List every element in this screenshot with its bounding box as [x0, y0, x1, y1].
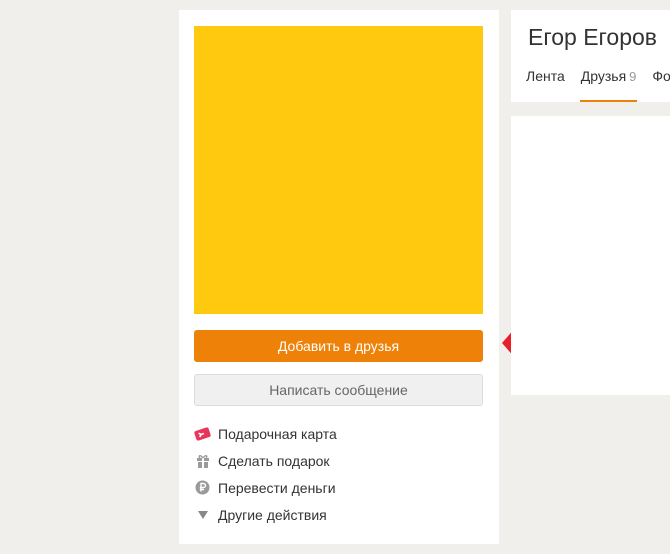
tab-friends[interactable]: Друзья 9 — [579, 68, 638, 102]
tab-feed[interactable]: Лента — [526, 68, 565, 102]
tab-count: 9 — [629, 69, 637, 84]
action-more[interactable]: Другие действия — [194, 501, 337, 528]
profile-tabs: Лента Друзья 9 Фо — [526, 68, 670, 102]
profile-actions-list: Подарочная карта Сделать подарок Перевес… — [194, 420, 337, 528]
tab-label: Лента — [526, 68, 565, 84]
action-label: Перевести деньги — [218, 479, 336, 496]
ruble-icon — [194, 479, 211, 496]
send-message-button-label: Написать сообщение — [269, 382, 408, 398]
send-message-button[interactable]: Написать сообщение — [194, 374, 483, 406]
tab-photos[interactable]: Фо — [652, 68, 670, 102]
add-friend-button-label: Добавить в друзья — [277, 338, 400, 354]
tab-label: Фо — [652, 68, 670, 84]
action-label: Другие действия — [218, 506, 327, 523]
profile-sidebar: Добавить в друзья Написать сообщение Под… — [179, 10, 499, 544]
profile-name: Егор Егоров — [528, 24, 658, 50]
gift-card-icon — [194, 425, 211, 442]
gift-icon — [194, 452, 211, 469]
action-send-money[interactable]: Перевести деньги — [194, 474, 337, 501]
add-friend-button[interactable]: Добавить в друзья — [194, 330, 483, 362]
action-gift-card[interactable]: Подарочная карта — [194, 420, 337, 447]
action-label: Подарочная карта — [218, 425, 337, 442]
avatar[interactable] — [194, 26, 483, 314]
action-make-gift[interactable]: Сделать подарок — [194, 447, 337, 474]
profile-header: Егор Егоров Лента Друзья 9 Фо — [511, 10, 670, 102]
triangle-down-icon — [194, 506, 211, 523]
content-panel — [511, 116, 670, 395]
tab-label: Друзья — [580, 68, 627, 84]
action-label: Сделать подарок — [218, 452, 330, 469]
